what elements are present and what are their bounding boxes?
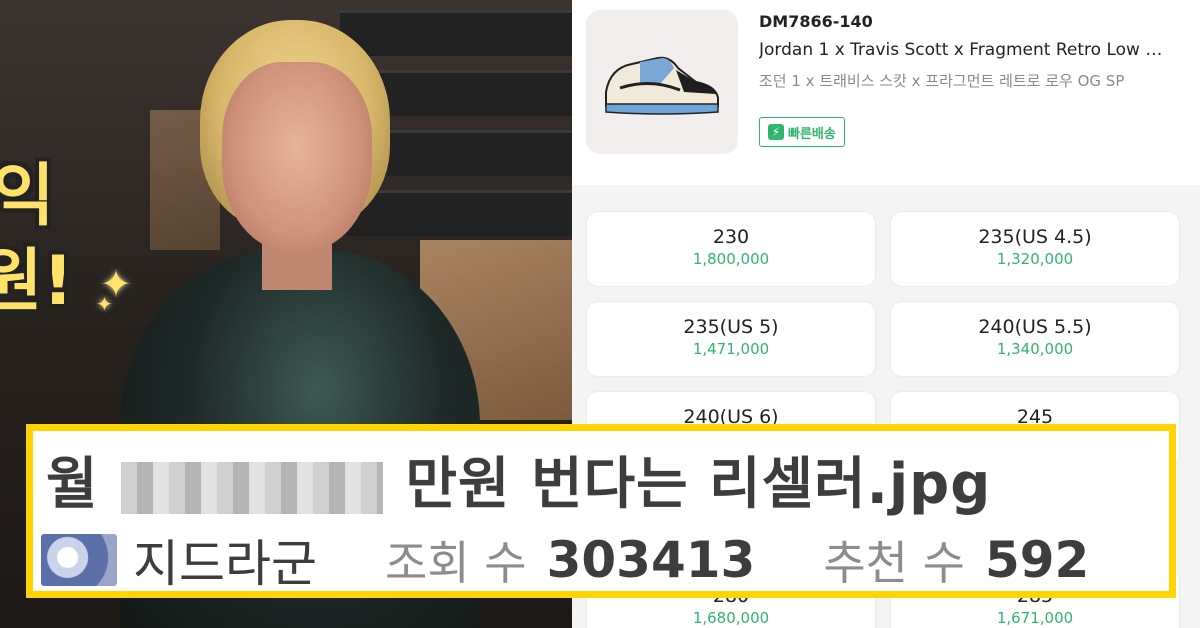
sneaker-icon: [605, 56, 719, 115]
product-name-ko: 조던 1 x 트래비스 스캇 x 프라그먼트 레트로 로우 OG SP: [759, 72, 1125, 90]
size-price: 1,800,000: [692, 250, 770, 268]
size-option[interactable]: 235(US 5) 1,471,000: [586, 301, 876, 377]
product-header[interactable]: DM7866-140 Jordan 1 x Travis Scott x Fra…: [572, 0, 1200, 185]
likes-label: 추천 수: [823, 536, 965, 590]
size-label: 235(US 5): [683, 316, 779, 338]
post-title[interactable]: 월 만원 번다는 리셀러.jpg: [46, 439, 991, 520]
likes-count: 592: [984, 531, 1090, 589]
video-caption-glyph: 원!: [0, 242, 74, 321]
sparkle-icon: ✦: [96, 292, 113, 316]
shelf: [340, 190, 572, 236]
size-label: 230: [712, 226, 750, 248]
post-title-prefix: 월: [46, 452, 99, 517]
size-price: 1,671,000: [996, 609, 1074, 627]
size-price: 1,320,000: [996, 250, 1074, 268]
size-option[interactable]: 240(US 5.5) 1,340,000: [890, 301, 1180, 377]
shelf: [340, 10, 572, 56]
author-name[interactable]: 지드라군: [133, 524, 317, 596]
post-banner[interactable]: 월 만원 번다는 리셀러.jpg 지드라군 조회 수 303413 추천 수 5…: [26, 424, 1176, 598]
model-number: DM7866-140: [759, 12, 873, 31]
fast-delivery-label: 빠른배송: [788, 126, 836, 142]
views-count: 303413: [546, 531, 756, 589]
size-option[interactable]: 235(US 4.5) 1,320,000: [890, 211, 1180, 287]
size-price: 1,340,000: [996, 340, 1074, 358]
size-price: 1,680,000: [692, 609, 770, 627]
post-meta: 지드라군 조회 수 303413 추천 수 592: [41, 531, 1090, 593]
size-option[interactable]: 230 1,800,000: [586, 211, 876, 287]
fast-delivery-badge: ⚡ 빠른배송: [759, 117, 845, 147]
views-label: 조회 수: [385, 536, 527, 590]
person-face: [222, 62, 372, 252]
size-price: 1,471,000: [692, 340, 770, 358]
product-name-en: Jordan 1 x Travis Scott x Fragment Retro…: [759, 40, 1171, 60]
size-label: 235(US 4.5): [978, 226, 1092, 248]
size-label: 240(US 5.5): [978, 316, 1092, 338]
avatar[interactable]: [41, 534, 117, 586]
censored-amount: [121, 461, 384, 514]
product-thumbnail[interactable]: [586, 10, 738, 154]
post-title-suffix: 만원 번다는 리셀러.jpg: [405, 452, 992, 517]
lightning-icon: ⚡: [768, 124, 784, 140]
